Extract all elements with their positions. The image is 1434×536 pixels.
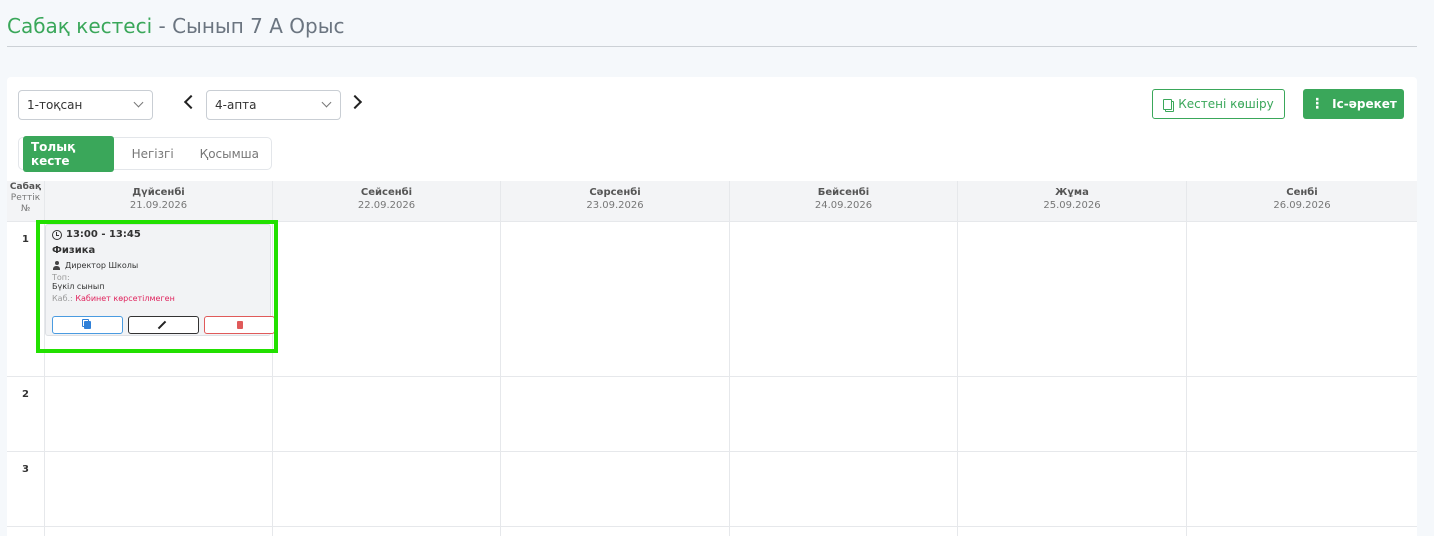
edit-lesson-button[interactable] xyxy=(128,316,199,334)
lesson-number-empty xyxy=(7,527,45,536)
clock-icon xyxy=(52,229,62,240)
day-name: Бейсенбі xyxy=(817,187,870,198)
lesson-teacher: Директор Школы xyxy=(52,261,264,270)
next-week-button[interactable] xyxy=(349,92,365,114)
chevron-down-icon xyxy=(133,97,144,108)
day-name: Сәрсенбі xyxy=(589,187,641,198)
col-divider xyxy=(957,222,958,376)
title-separator: - xyxy=(152,14,173,38)
class-name: Сынып 7 А Орыс xyxy=(172,14,345,38)
schedule-card: 1-тоқсан 4-апта Кестені көшіру ⋮ Іс-әрек… xyxy=(7,77,1417,536)
copy-schedule-label: Кестені көшіру xyxy=(1178,97,1274,111)
day-date: 21.09.2026 xyxy=(129,200,188,211)
col-divider xyxy=(272,377,273,451)
col-divider xyxy=(500,452,501,526)
week-value: 4-апта xyxy=(215,98,257,112)
quarter-value: 1-тоқсан xyxy=(27,98,83,112)
kebab-icon: ⋮ xyxy=(1310,96,1325,112)
col-divider xyxy=(1186,452,1187,526)
lesson-room: Каб.: Кабинет көрсетілмеген xyxy=(52,294,264,303)
day-header-wednesday: Сәрсенбі 23.09.2026 xyxy=(501,181,730,222)
num-head-line3: № xyxy=(20,204,31,214)
schedule-type-tabs: Толық кесте Негізгі Қосымша xyxy=(18,135,272,172)
room-label: Каб.: xyxy=(52,294,73,303)
col-divider xyxy=(957,527,958,536)
actions-button[interactable]: ⋮ Іс-әрекет xyxy=(1303,89,1404,119)
day-name: Дүйсенбі xyxy=(132,187,185,198)
col-divider xyxy=(272,527,273,536)
lesson-row-4 xyxy=(7,527,1417,536)
lesson-actions xyxy=(52,316,275,334)
copy-icon xyxy=(1163,98,1173,110)
copy-schedule-button[interactable]: Кестені көшіру xyxy=(1152,89,1285,119)
day-date: 26.09.2026 xyxy=(1273,200,1331,211)
col-divider xyxy=(729,527,730,536)
day-header-saturday: Сенбі 26.09.2026 xyxy=(1187,181,1417,222)
num-head-line1: Сабақ xyxy=(9,182,42,192)
group-value: Бүкіл сынып xyxy=(52,282,105,291)
day-header-friday: Жұма 25.09.2026 xyxy=(958,181,1187,222)
lesson-number: 2 xyxy=(7,377,45,451)
lesson-time: 13:00 - 13:45 xyxy=(52,229,264,240)
day-date: 24.09.2026 xyxy=(814,200,873,211)
lesson-number-header: Сабақ Реттік № xyxy=(7,181,45,222)
col-divider xyxy=(500,222,501,376)
page-header: Сабақ кестесі - Сынып 7 А Орыс xyxy=(7,14,1417,47)
delete-lesson-button[interactable] xyxy=(204,316,275,334)
tab-main[interactable]: Негізгі xyxy=(124,143,182,165)
page-title: Сабақ кестесі xyxy=(7,14,153,38)
col-divider xyxy=(1186,377,1187,451)
day-name: Жұма xyxy=(1055,187,1089,198)
room-value: Кабинет көрсетілмеген xyxy=(75,294,175,303)
col-divider xyxy=(1186,527,1187,536)
col-divider xyxy=(729,377,730,451)
day-header-monday: Дүйсенбі 21.09.2026 xyxy=(45,181,273,222)
week-select[interactable]: 4-апта xyxy=(206,90,341,120)
user-icon xyxy=(52,261,61,270)
col-divider xyxy=(957,377,958,451)
tab-extra[interactable]: Қосымша xyxy=(192,143,267,165)
col-divider xyxy=(500,527,501,536)
tab-full[interactable]: Толық кесте xyxy=(23,135,114,172)
day-date: 25.09.2026 xyxy=(1043,200,1101,211)
col-divider xyxy=(1186,222,1187,376)
group-label: Топ: xyxy=(52,273,70,282)
day-header-thursday: Бейсенбі 24.09.2026 xyxy=(730,181,958,222)
actions-label: Іс-әрекет xyxy=(1332,97,1397,111)
copy-lesson-button[interactable] xyxy=(52,316,123,334)
col-divider xyxy=(729,222,730,376)
col-divider xyxy=(272,222,273,376)
day-date: 22.09.2026 xyxy=(357,200,416,211)
col-divider xyxy=(729,452,730,526)
day-header-tuesday: Сейсенбі 22.09.2026 xyxy=(273,181,501,222)
day-name: Сенбі xyxy=(1286,187,1318,198)
lesson-row-3: 3 xyxy=(7,452,1417,527)
lesson-time-text: 13:00 - 13:45 xyxy=(66,229,141,240)
teacher-name: Директор Школы xyxy=(65,261,139,270)
col-divider xyxy=(272,452,273,526)
prev-week-button[interactable] xyxy=(181,92,197,114)
day-date: 23.09.2026 xyxy=(586,200,644,211)
col-divider xyxy=(957,452,958,526)
lesson-row-2: 2 xyxy=(7,377,1417,452)
lesson-row-1: 1 13:00 - 13:45 Физика Директор Школы То… xyxy=(7,222,1417,377)
quarter-select[interactable]: 1-тоқсан xyxy=(18,90,153,120)
num-head-line2: Реттік xyxy=(10,193,41,203)
col-divider xyxy=(500,377,501,451)
lesson-number: 3 xyxy=(7,452,45,526)
chevron-down-icon xyxy=(321,97,332,108)
day-name: Сейсенбі xyxy=(360,187,413,198)
lesson-card[interactable]: 13:00 - 13:45 Физика Директор Школы Топ:… xyxy=(45,224,275,336)
lesson-number: 1 xyxy=(7,222,45,376)
lesson-subject: Физика xyxy=(52,245,96,256)
